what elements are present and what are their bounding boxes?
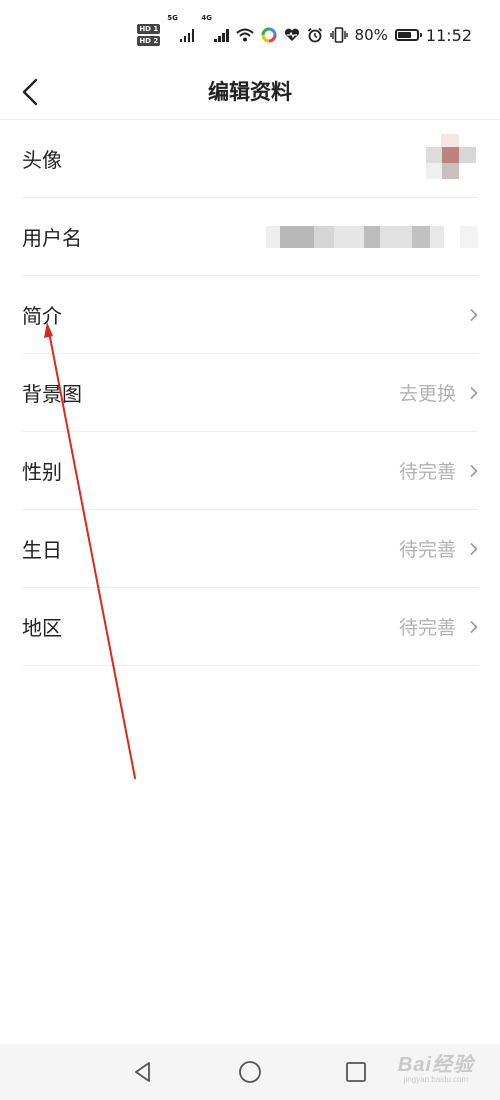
network-type-2: 4G — [201, 14, 213, 22]
row-label: 生日 — [22, 538, 62, 562]
row-label: 性别 — [22, 460, 62, 484]
row-label: 头像 — [22, 148, 62, 172]
page-title: 编辑资料 — [208, 80, 292, 104]
nav-back-icon — [135, 1062, 150, 1082]
row-region[interactable]: 地区 待完善 — [22, 588, 478, 666]
nav-recents-button[interactable] — [341, 1057, 371, 1087]
avatar[interactable] — [426, 133, 476, 184]
row-label: 用户名 — [22, 226, 82, 250]
profile-settings-list: 头像 用户名 简介 背景图 去更换 性别 待完善 生日 待完善 地区 待完善 — [22, 120, 478, 666]
chevron-right-icon — [470, 542, 478, 555]
nav-home-icon — [239, 1061, 261, 1083]
watermark-logo: Bai经验 jingyan.baidu.com — [397, 1054, 474, 1084]
hd1-badge: HD 1 — [137, 24, 161, 34]
signal-2-icon — [214, 28, 229, 42]
clock: 11:52 — [425, 25, 472, 45]
chevron-right-icon — [470, 386, 478, 399]
row-right: 待完善 — [399, 535, 478, 562]
row-right: 去更换 — [399, 379, 478, 406]
battery-icon — [394, 29, 422, 41]
navigation-bar: Bai经验 jingyan.baidu.com — [0, 1044, 500, 1100]
hd2-badge: HD 2 — [137, 36, 161, 46]
row-right: 待完善 — [399, 457, 478, 484]
row-avatar[interactable]: 头像 — [22, 120, 478, 198]
row-birthday[interactable]: 生日 待完善 — [22, 510, 478, 588]
chevron-right-icon — [470, 464, 478, 477]
row-value: 待完善 — [398, 617, 456, 639]
wifi-icon — [235, 28, 254, 42]
row-right — [456, 308, 478, 322]
vibrate-icon — [329, 27, 348, 43]
row-label: 简介 — [22, 304, 62, 328]
row-bio[interactable]: 简介 — [22, 276, 478, 354]
nav-back-button[interactable] — [128, 1057, 158, 1087]
app-header: 编辑资料 — [0, 70, 500, 120]
alarm-icon — [307, 27, 322, 43]
status-bar: HD 1 HD 2 5G 4G 80% 11:52 — [0, 0, 500, 70]
row-value: 去更换 — [398, 383, 456, 405]
chevron-right-icon — [470, 620, 478, 633]
username-value — [266, 225, 478, 248]
row-value: 待完善 — [398, 461, 456, 483]
chevron-right-icon — [470, 308, 478, 321]
nav-recents-icon — [346, 1062, 366, 1082]
row-gender[interactable]: 性别 待完善 — [22, 432, 478, 510]
hd-indicators: HD 1 HD 2 — [137, 24, 161, 46]
signal-1-icon — [179, 28, 195, 42]
app-colorful-icon — [261, 27, 277, 43]
battery-fill — [397, 32, 411, 38]
health-heart-icon — [284, 28, 299, 41]
row-background[interactable]: 背景图 去更换 — [22, 354, 478, 432]
row-right: 待完善 — [399, 613, 478, 640]
row-username[interactable]: 用户名 — [22, 198, 478, 276]
row-label: 地区 — [22, 616, 62, 640]
row-label: 背景图 — [22, 382, 82, 406]
nav-home-button[interactable] — [235, 1057, 265, 1087]
row-value: 待完善 — [398, 539, 456, 561]
battery-percent: 80% — [354, 26, 388, 44]
network-type-1: 5G — [167, 14, 178, 22]
